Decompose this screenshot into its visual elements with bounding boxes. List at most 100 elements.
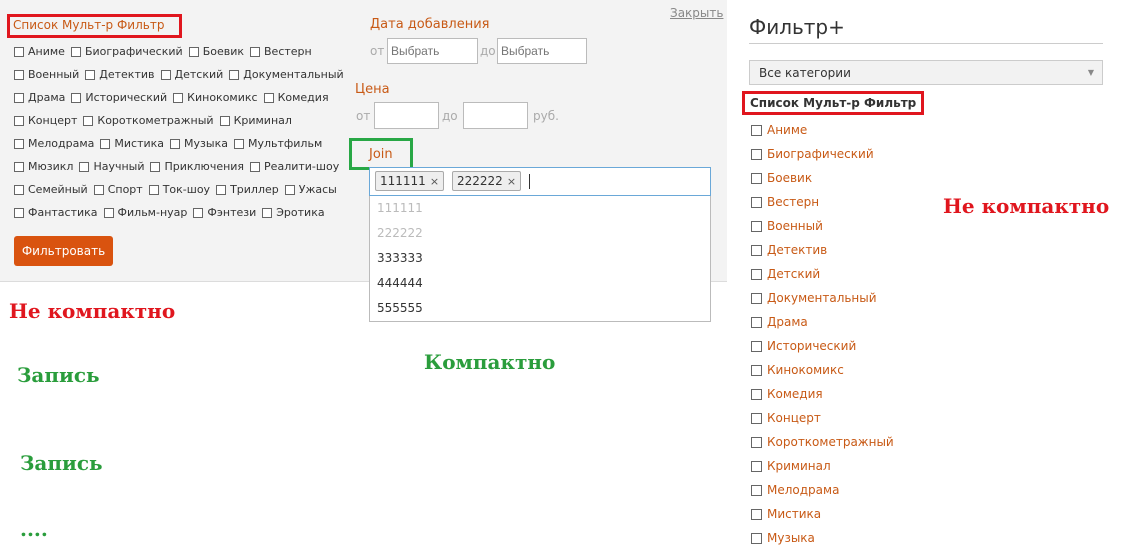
checkbox[interactable]: [173, 92, 184, 103]
checkbox[interactable]: [219, 115, 230, 126]
sidebar-genre-item[interactable]: Кинокомикс: [751, 358, 894, 382]
checkbox[interactable]: [233, 138, 244, 149]
genre-checkbox-item[interactable]: Фильм-нуар: [103, 206, 187, 219]
genre-checkbox-item[interactable]: Документальный: [229, 68, 344, 81]
genre-checkbox-item[interactable]: Исторический: [71, 91, 167, 104]
checkbox[interactable]: [216, 184, 227, 195]
sidebar-genre-item[interactable]: Комедия: [751, 382, 894, 406]
sidebar-genre-item[interactable]: Мистика: [751, 502, 894, 526]
checkbox[interactable]: [250, 161, 261, 172]
genre-checkbox-item[interactable]: Мультфильм: [233, 137, 322, 150]
genre-checkbox-item[interactable]: Мистика: [100, 137, 164, 150]
checkbox[interactable]: [751, 412, 762, 424]
checkbox[interactable]: [103, 207, 114, 218]
sidebar-genre-item[interactable]: Мелодрама: [751, 478, 894, 502]
sidebar-genre-item[interactable]: Концерт: [751, 406, 894, 430]
checkbox[interactable]: [751, 532, 762, 544]
checkbox[interactable]: [14, 161, 24, 172]
filter-button[interactable]: Фильтровать: [14, 236, 113, 266]
join-multiselect-input[interactable]: 111111 × 222222 ×: [369, 167, 711, 196]
checkbox[interactable]: [14, 69, 24, 80]
checkbox[interactable]: [250, 46, 261, 57]
genre-checkbox-item[interactable]: Кинокомикс: [173, 91, 258, 104]
genre-checkbox-item[interactable]: Комедия: [263, 91, 329, 104]
checkbox[interactable]: [263, 92, 274, 103]
checkbox[interactable]: [751, 460, 762, 472]
checkbox[interactable]: [148, 184, 159, 195]
checkbox[interactable]: [100, 138, 111, 149]
checkbox[interactable]: [170, 138, 181, 149]
sidebar-genre-item[interactable]: Детский: [751, 262, 894, 286]
sidebar-genre-item[interactable]: Детектив: [751, 238, 894, 262]
selected-tag[interactable]: 222222 ×: [452, 171, 522, 191]
sidebar-genre-item[interactable]: Биографический: [751, 142, 894, 166]
checkbox[interactable]: [751, 220, 762, 232]
checkbox[interactable]: [14, 138, 24, 149]
checkbox[interactable]: [751, 364, 762, 376]
genre-checkbox-item[interactable]: Биографический: [70, 45, 183, 58]
checkbox[interactable]: [85, 69, 96, 80]
checkbox[interactable]: [284, 184, 295, 195]
checkbox[interactable]: [751, 196, 762, 208]
checkbox[interactable]: [188, 46, 199, 57]
genre-checkbox-item[interactable]: Короткометражный: [83, 114, 214, 127]
close-link[interactable]: Закрыть: [670, 6, 723, 20]
genre-checkbox-item[interactable]: Ужасы: [284, 183, 337, 196]
checkbox[interactable]: [14, 92, 24, 103]
sidebar-genre-item[interactable]: Драма: [751, 310, 894, 334]
checkbox[interactable]: [150, 161, 161, 172]
genre-checkbox-item[interactable]: Мюзикл: [14, 160, 73, 173]
sidebar-genre-item[interactable]: Аниме: [751, 118, 894, 142]
category-select[interactable]: Все категории ▼: [749, 60, 1103, 85]
checkbox[interactable]: [751, 388, 762, 400]
genre-checkbox-item[interactable]: Приключения: [150, 160, 244, 173]
genre-checkbox-item[interactable]: Мелодрама: [14, 137, 94, 150]
sidebar-genre-item[interactable]: Вестерн: [751, 190, 894, 214]
checkbox[interactable]: [751, 436, 762, 448]
sidebar-genre-item[interactable]: Исторический: [751, 334, 894, 358]
sidebar-genre-item[interactable]: Документальный: [751, 286, 894, 310]
checkbox[interactable]: [14, 207, 24, 218]
date-to-input[interactable]: [497, 38, 587, 64]
genre-checkbox-item[interactable]: Спорт: [93, 183, 143, 196]
checkbox[interactable]: [193, 207, 204, 218]
checkbox[interactable]: [14, 184, 24, 195]
genre-checkbox-item[interactable]: Фэнтези: [193, 206, 256, 219]
checkbox[interactable]: [751, 508, 762, 520]
genre-checkbox-item[interactable]: Военный: [14, 68, 79, 81]
date-from-input[interactable]: [387, 38, 478, 64]
checkbox[interactable]: [751, 148, 762, 160]
genre-checkbox-item[interactable]: Ток-шоу: [148, 183, 210, 196]
genre-checkbox-item[interactable]: Драма: [14, 91, 65, 104]
remove-tag-icon[interactable]: ×: [507, 175, 516, 188]
sidebar-genre-item[interactable]: Военный: [751, 214, 894, 238]
sidebar-genre-item[interactable]: Боевик: [751, 166, 894, 190]
genre-checkbox-item[interactable]: Триллер: [216, 183, 279, 196]
checkbox[interactable]: [79, 161, 90, 172]
genre-checkbox-item[interactable]: Семейный: [14, 183, 88, 196]
genre-checkbox-item[interactable]: Музыка: [170, 137, 228, 150]
checkbox[interactable]: [751, 172, 762, 184]
checkbox[interactable]: [751, 268, 762, 280]
dropdown-option[interactable]: 444444: [370, 271, 710, 296]
selected-tag[interactable]: 111111 ×: [375, 171, 445, 191]
price-from-input[interactable]: [374, 102, 439, 129]
checkbox[interactable]: [160, 69, 171, 80]
genre-checkbox-item[interactable]: Аниме: [14, 45, 65, 58]
checkbox[interactable]: [751, 340, 762, 352]
genre-checkbox-item[interactable]: Фантастика: [14, 206, 98, 219]
checkbox[interactable]: [71, 92, 82, 103]
genre-checkbox-item[interactable]: Боевик: [188, 45, 244, 58]
dropdown-option[interactable]: 333333: [370, 246, 710, 271]
checkbox[interactable]: [751, 316, 762, 328]
sidebar-genre-item[interactable]: Криминал: [751, 454, 894, 478]
price-to-input[interactable]: [463, 102, 528, 129]
checkbox[interactable]: [83, 115, 94, 126]
genre-checkbox-item[interactable]: Вестерн: [250, 45, 312, 58]
checkbox[interactable]: [14, 46, 24, 57]
genre-checkbox-item[interactable]: Криминал: [219, 114, 292, 127]
checkbox[interactable]: [93, 184, 104, 195]
dropdown-option[interactable]: 222222: [370, 221, 710, 246]
sidebar-genre-item[interactable]: Короткометражный: [751, 430, 894, 454]
genre-checkbox-item[interactable]: Детектив: [85, 68, 155, 81]
